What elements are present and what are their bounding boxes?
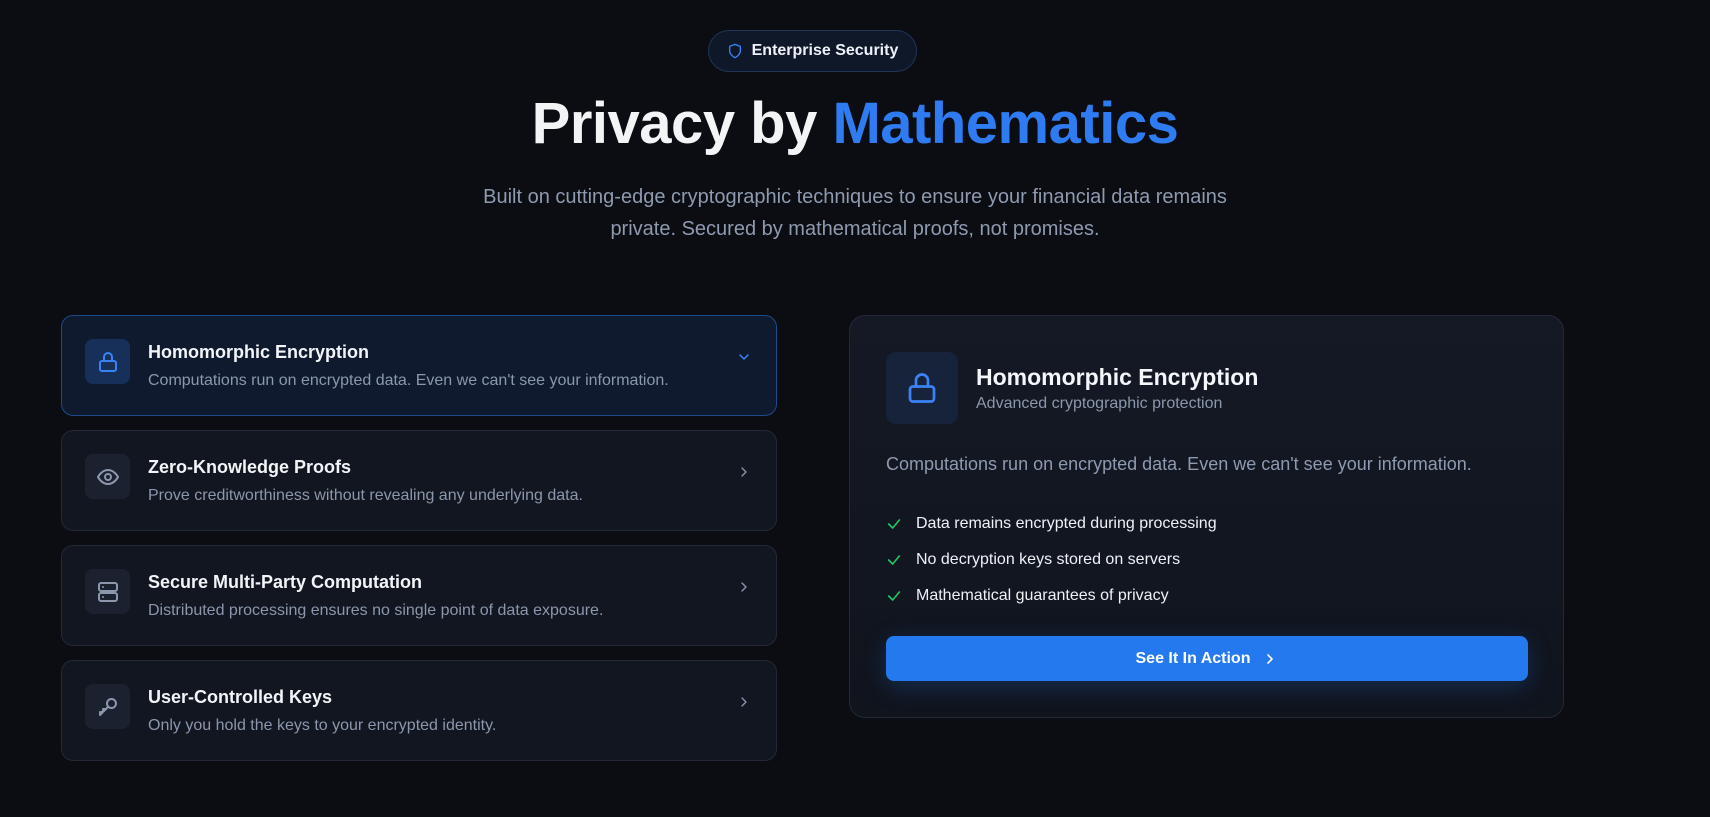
page-subtitle: Built on cutting-edge cryptographic tech… [385, 181, 1325, 245]
chevron-right-icon [741, 582, 747, 592]
subtitle-line-1: Built on cutting-edge cryptographic tech… [483, 186, 1227, 208]
feature-item-homomorphic-encryption[interactable]: Homomorphic Encryption Computations run … [61, 315, 777, 416]
detail-description: Computations run on encrypted data. Even… [886, 454, 1472, 474]
feature-item-secure-multi-party-computation[interactable]: Secure Multi-Party Computation Distribut… [61, 545, 777, 646]
check-icon [887, 555, 901, 565]
title-accent: Mathematics [832, 91, 1179, 156]
feature-description: Distributed processing ensures no single… [148, 602, 604, 619]
feature-description: Computations run on encrypted data. Even… [148, 372, 669, 389]
feature-description: Prove creditworthiness without revealing… [148, 487, 583, 504]
lock-icon [98, 351, 117, 372]
feature-title: Zero-Knowledge Proofs [148, 457, 352, 477]
feature-title: Secure Multi-Party Computation [148, 572, 423, 592]
list-item: Mathematical guarantees of privacy [886, 578, 1217, 614]
feature-detail-panel: Homomorphic Encryption Advanced cryptogr… [849, 315, 1564, 718]
benefit-text: Data remains encrypted during processing [916, 515, 1217, 532]
security-section: Enterprise Security Privacy by Mathemati… [0, 0, 1710, 817]
shield-icon [728, 43, 741, 59]
chevron-right-icon [1267, 653, 1274, 664]
chevron-right-icon [741, 697, 747, 707]
detail-icon-container [886, 352, 958, 424]
eye-icon [96, 468, 119, 485]
list-item: Data remains encrypted during processing [886, 506, 1217, 542]
benefit-text: No decryption keys stored on servers [916, 551, 1181, 568]
enterprise-security-badge: Enterprise Security [708, 30, 917, 72]
feature-item-user-controlled-keys[interactable]: User-Controlled Keys Only you hold the k… [61, 660, 777, 761]
feature-icon-container [85, 569, 130, 614]
detail-title: Homomorphic Encryption [976, 364, 1259, 390]
feature-icon-container [85, 339, 130, 384]
feature-icon-container [85, 684, 130, 729]
key-icon [98, 697, 117, 716]
feature-icon-container [85, 454, 130, 499]
feature-title: Homomorphic Encryption [148, 342, 370, 362]
cta-label: See It In Action [1135, 649, 1251, 667]
feature-description: Only you hold the keys to your encrypted… [148, 717, 497, 734]
server-icon [97, 581, 118, 602]
page-title: Privacy by Mathematics [0, 90, 1710, 157]
list-item: No decryption keys stored on servers [886, 542, 1217, 578]
subtitle-line-2: private. Secured by mathematical proofs,… [610, 218, 1100, 240]
title-prefix: Privacy by [531, 91, 833, 156]
check-icon [887, 519, 901, 529]
badge-label: Enterprise Security [751, 42, 899, 59]
detail-subtitle: Advanced cryptographic protection [976, 395, 1223, 412]
check-icon [887, 591, 901, 601]
feature-list: Homomorphic Encryption Computations run … [61, 315, 777, 775]
lock-icon [908, 373, 936, 403]
see-it-in-action-button[interactable]: See It In Action [886, 636, 1528, 681]
chevron-down-icon [739, 354, 749, 360]
detail-benefits-list: Data remains encrypted during processing… [886, 506, 1217, 614]
feature-item-zero-knowledge-proofs[interactable]: Zero-Knowledge Proofs Prove creditworthi… [61, 430, 777, 531]
chevron-right-icon [741, 467, 747, 477]
benefit-text: Mathematical guarantees of privacy [916, 587, 1169, 604]
feature-title: User-Controlled Keys [148, 687, 333, 707]
